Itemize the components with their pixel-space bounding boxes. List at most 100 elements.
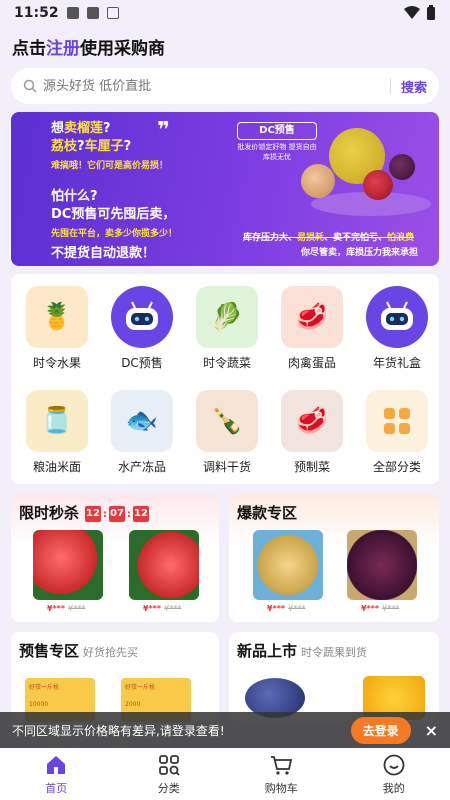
tab-cart[interactable]: 购物车 — [225, 748, 338, 800]
search-divider — [389, 78, 391, 94]
search-input[interactable] — [43, 78, 380, 94]
category-item[interactable]: 全部分类 — [357, 390, 437, 475]
tab-label: 首页 — [45, 781, 68, 795]
countdown-minutes: 07 — [109, 506, 125, 522]
category-item[interactable]: 年货礼盒 — [357, 286, 437, 371]
tab-label: 购物车 — [264, 781, 298, 795]
price-label: ¥*** ¥*** — [361, 604, 400, 613]
melon-product[interactable] — [253, 530, 323, 600]
cart-icon — [271, 755, 293, 775]
tab-label: 我的 — [382, 781, 405, 795]
presale-subtitle: 好货抢先买 — [83, 646, 139, 659]
toast-message: 不同区域显示价格略有差异,请登录查看! — [12, 723, 225, 738]
watermelon-product[interactable] — [33, 530, 103, 600]
register-link[interactable]: 注册 — [46, 39, 80, 59]
page-title: 点击注册使用采购商 — [12, 34, 165, 59]
smile-icon — [383, 754, 405, 775]
grid-icon — [366, 390, 428, 452]
category-item[interactable]: 🍾 调料干货 — [187, 390, 267, 475]
banner-promise: 你尽管卖，库损压力我来承担 — [301, 248, 419, 258]
countdown-timer: 12: 07: 12 — [85, 506, 149, 522]
flash-sale-title: 限时秒杀 — [19, 504, 80, 522]
category-label: 全部分类 — [372, 460, 421, 474]
fish-icon: 🐟 — [111, 390, 173, 452]
quote-mark-icon: ❞ — [157, 118, 170, 143]
banner-refund: 不提货自动退款！ — [51, 246, 156, 261]
category-item[interactable]: 🥬 时令蔬菜 — [187, 286, 267, 371]
category-label: 时令水果 — [32, 356, 81, 370]
title-prefix: 点击 — [12, 39, 46, 59]
category-item[interactable]: DC预售 — [102, 286, 182, 371]
banner-worries: 库存压力大、易损耗、卖不完怕亏、怕浪费 — [243, 233, 415, 243]
category-item[interactable]: 🐟 水产冻品 — [102, 390, 182, 475]
robot-icon — [111, 286, 173, 348]
price-label: ¥*** ¥*** — [267, 604, 306, 613]
search-button[interactable]: 搜索 — [401, 77, 427, 96]
banner-headline: 想卖榴莲? 荔枝?车厘子? — [51, 121, 132, 154]
category-label: DC预售 — [121, 356, 163, 370]
countdown-seconds: 12 — [133, 506, 149, 522]
login-button[interactable]: 去登录 — [350, 716, 411, 744]
tab-label: 分类 — [157, 781, 180, 795]
tab-home[interactable]: 首页 — [0, 748, 113, 800]
new-arrivals-title: 新品上市 时令蔬果到货 — [237, 642, 368, 660]
search-bar[interactable]: 搜索 — [11, 68, 439, 104]
hot-items-panel[interactable]: 爆款专区 ¥*** ¥*** ¥*** ¥*** — [229, 494, 439, 622]
status-bar: 11:52 — [0, 0, 450, 26]
oil-icon: 🫙 — [26, 390, 88, 452]
category-label: 调料干货 — [202, 460, 251, 474]
category-label: 肉禽蛋品 — [287, 356, 336, 370]
watermelon-product[interactable] — [129, 530, 199, 600]
category-label: 年货礼盒 — [372, 356, 421, 370]
bottom-tab-bar: 首页 分类 购物车 我的 — [0, 748, 450, 800]
new-arrivals-subtitle: 时令蔬果到货 — [301, 646, 368, 659]
mangosteen-image — [389, 154, 415, 180]
bottle-icon: 🍾 — [196, 390, 258, 452]
pineapple-icon: 🍍 — [26, 286, 88, 348]
countdown-hours: 12 — [85, 506, 101, 522]
hot-items-title: 爆款专区 — [237, 504, 298, 522]
flash-sale-panel[interactable]: 限时秒杀 12: 07: 12 ¥*** ¥*** ¥*** ¥*** — [11, 494, 219, 622]
battery-icon — [427, 5, 435, 20]
font-icon — [106, 7, 119, 19]
presale-panel[interactable]: 预售专区 好货抢先买 好货一斤抢 10000 好货一斤抢 2000 — [11, 632, 219, 722]
category-item[interactable]: 🥩 肉禽蛋品 — [272, 286, 352, 371]
search-icon — [23, 79, 37, 93]
lychee-image — [301, 164, 335, 198]
category-label: 水产冻品 — [117, 460, 166, 474]
wifi-icon — [404, 6, 420, 19]
meat-icon: 🥩 — [281, 286, 343, 348]
price-label: ¥*** ¥*** — [143, 604, 182, 613]
status-time: 11:52 — [14, 5, 59, 21]
category-item[interactable]: 🍍 时令水果 — [17, 286, 97, 371]
close-icon[interactable]: × — [425, 721, 438, 740]
category-grid: 🍍 时令水果 DC预售 🥬 时令蔬菜 🥩 肉禽蛋品 年货礼盒 🫙 粮油米面 🐟 水产冻品 🍾 调料干货 🥩 预… — [11, 274, 439, 484]
category-item[interactable]: 🫙 粮油米面 — [17, 390, 97, 475]
banner-badge-sub: 批发价锁定好物 提货自由库损无忧 — [237, 143, 317, 161]
mangosteen-product[interactable] — [347, 530, 417, 600]
banner-badge: DC预售 — [237, 122, 317, 140]
robot-icon — [366, 286, 428, 348]
banner-note: 先囤在平台，卖多少你揽多少！ — [51, 229, 178, 239]
vegetable-icon: 🥬 — [196, 286, 258, 348]
banner-pitch: 怕什么? DC预售可先囤后卖， — [51, 189, 176, 222]
login-toast: 不同区域显示价格略有差异,请登录查看! 去登录 × — [0, 712, 450, 748]
category-item[interactable]: 🥩 预制菜 — [272, 390, 352, 475]
steak-icon: 🥩 — [281, 390, 343, 452]
category-icon — [158, 754, 180, 776]
banner-warning: 难搞哦！它们可是高价易损！ — [51, 161, 169, 171]
photo-icon — [66, 7, 79, 19]
category-label: 粮油米面 — [32, 460, 81, 474]
home-icon — [47, 755, 66, 774]
new-arrivals-panel[interactable]: 新品上市 时令蔬果到货 — [229, 632, 439, 722]
app-icon — [86, 7, 99, 19]
presale-title: 预售专区 好货抢先买 — [19, 642, 139, 660]
category-label: 时令蔬菜 — [202, 356, 251, 370]
price-label: ¥*** ¥*** — [47, 604, 86, 613]
cherry-image — [363, 170, 393, 200]
promo-banner[interactable]: 想卖榴莲? 荔枝?车厘子? ❞ 难搞哦！它们可是高价易损！ 怕什么? DC预售可先… — [11, 112, 439, 266]
tab-category[interactable]: 分类 — [113, 748, 226, 800]
title-suffix: 使用采购商 — [80, 39, 165, 59]
tab-profile[interactable]: 我的 — [338, 748, 450, 800]
category-label: 预制菜 — [293, 460, 330, 474]
